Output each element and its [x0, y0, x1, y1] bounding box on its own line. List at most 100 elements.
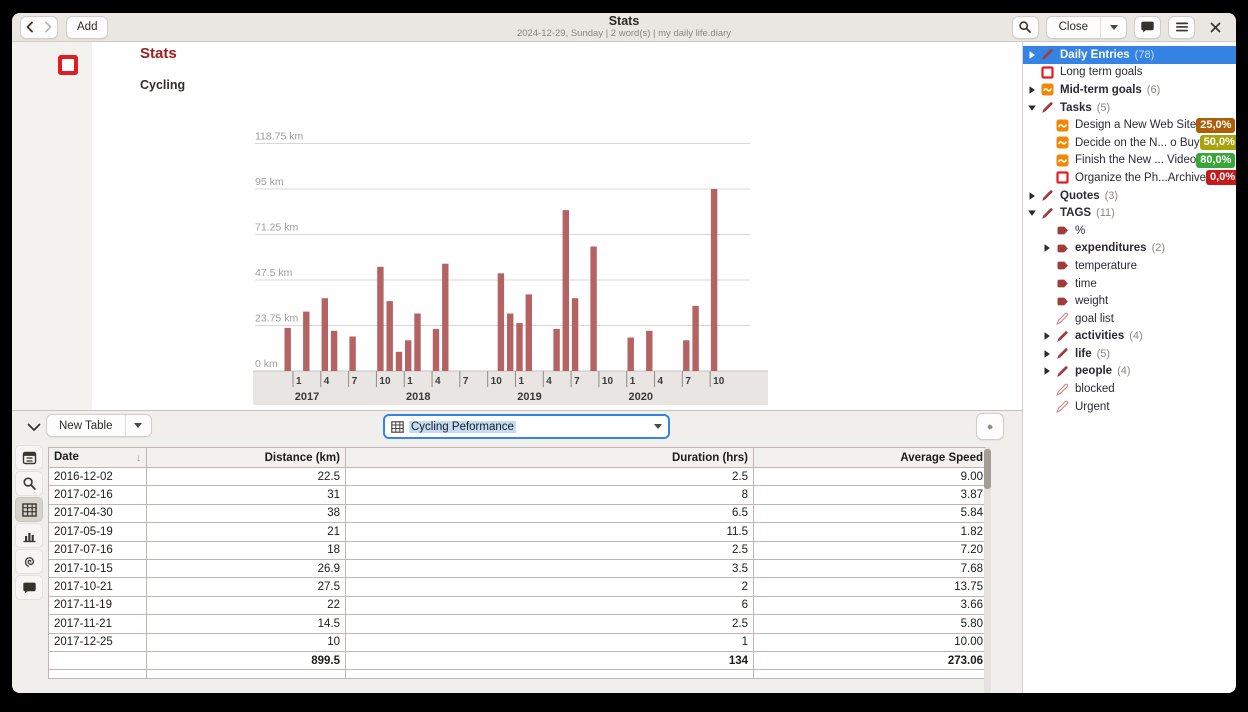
table-cell[interactable]: 26.9 [147, 559, 346, 577]
calendar-view-button[interactable] [15, 445, 43, 470]
table-cell[interactable]: 22 [147, 596, 346, 614]
expander-closed-icon[interactable] [1025, 190, 1038, 202]
sidebar-item-tags[interactable]: TAGS(11) [1023, 204, 1236, 222]
sidebar-item-activities[interactable]: activities(4) [1023, 328, 1236, 346]
sidebar-item-temperature[interactable]: temperature [1023, 257, 1236, 275]
new-table-dropdown-button[interactable] [125, 415, 151, 436]
column-header-distance-km[interactable]: Distance (km) [147, 448, 346, 468]
table-cell[interactable]: 9.00 [754, 468, 989, 486]
sidebar-item-urgent[interactable]: Urgent [1023, 398, 1236, 416]
table-cell[interactable]: 3.5 [346, 559, 754, 577]
close-button[interactable]: Close [1047, 17, 1100, 38]
table-cell[interactable]: 5.80 [754, 615, 989, 633]
expander-closed-icon[interactable] [1025, 84, 1038, 96]
table-cell[interactable]: 2017-11-19 [49, 596, 147, 614]
sidebar-item-daily-entries[interactable]: Daily Entries(78) [1023, 46, 1236, 64]
table-cell[interactable]: 2017-12-25 [49, 633, 147, 651]
cycling-bar-chart: 0 km23.75 km47.5 km71.25 km95 km118.75 k… [253, 115, 768, 405]
table-cell[interactable]: 2 [346, 578, 754, 596]
add-button[interactable]: Add [66, 16, 108, 39]
sidebar-item-people[interactable]: people(4) [1023, 363, 1236, 381]
column-header-average-speed[interactable]: Average Speed [754, 448, 989, 468]
column-header-date[interactable]: Date↓ [49, 448, 147, 468]
table-cell[interactable]: 3.66 [754, 596, 989, 614]
table-view-button[interactable] [15, 497, 43, 522]
table-cell[interactable]: 2.5 [346, 541, 754, 559]
search-view-button[interactable] [15, 471, 43, 496]
table-cell[interactable]: 2017-11-21 [49, 615, 147, 633]
sidebar-item-finish-the-new-video[interactable]: Finish the New ... Video80,0% [1023, 152, 1236, 170]
table-cell[interactable]: 22.5 [147, 468, 346, 486]
comment-toggle-button[interactable] [1134, 16, 1161, 39]
doodle-view-button[interactable] [15, 549, 43, 574]
table-cell[interactable]: 3.87 [754, 486, 989, 504]
sidebar-item-mid-term-goals[interactable]: Mid-term goals(6) [1023, 81, 1236, 99]
sidebar-item-decide-on-the-n-o-buy[interactable]: Decide on the N... o Buy50,0% [1023, 134, 1236, 152]
table-cell[interactable]: 31 [147, 486, 346, 504]
expander-closed-icon[interactable] [1025, 49, 1038, 61]
table-cell[interactable]: 11.5 [346, 523, 754, 541]
sidebar-item-design-a-new-web-site[interactable]: Design a New Web Site25,0% [1023, 116, 1236, 134]
expander-closed-icon[interactable] [1040, 348, 1053, 360]
table-cell[interactable]: 38 [147, 504, 346, 522]
sidebar-item-expenditures[interactable]: expenditures(2) [1023, 240, 1236, 258]
sidebar-item-weight[interactable]: weight [1023, 292, 1236, 310]
empty-cell [754, 670, 989, 679]
expander-open-icon[interactable] [1025, 102, 1038, 114]
table-cell[interactable]: 7.68 [754, 559, 989, 577]
table-cell[interactable]: 21 [147, 523, 346, 541]
menu-button[interactable] [1168, 16, 1195, 39]
table-cell[interactable]: 10 [147, 633, 346, 651]
table-cell[interactable]: 1 [346, 633, 754, 651]
expander-closed-icon[interactable] [1040, 365, 1053, 377]
table-cell[interactable]: 2017-02-16 [49, 486, 147, 504]
sidebar-item-life[interactable]: life(5) [1023, 345, 1236, 363]
sidebar-item-quotes[interactable]: Quotes(3) [1023, 187, 1236, 205]
collapse-panel-button[interactable] [22, 418, 46, 436]
expander-closed-icon[interactable] [1040, 242, 1053, 254]
sidebar-item-long-term-goals[interactable]: Long term goals [1023, 64, 1236, 82]
table-cell[interactable]: 2017-04-30 [49, 504, 147, 522]
sidebar-item-goal-list[interactable]: goal list [1023, 310, 1236, 328]
comment-view-button[interactable] [15, 575, 43, 600]
table-cell[interactable]: 6.5 [346, 504, 754, 522]
table-cell[interactable]: 1.82 [754, 523, 989, 541]
table-cell[interactable]: 2.5 [346, 468, 754, 486]
sidebar-item-[interactable]: % [1023, 222, 1236, 240]
table-cell[interactable]: 6 [346, 596, 754, 614]
table-settings-button[interactable] [976, 413, 1004, 440]
search-button[interactable] [1012, 16, 1039, 39]
table-cell[interactable]: 14.5 [147, 615, 346, 633]
close-window-button[interactable] [1202, 16, 1228, 39]
table-cell[interactable]: 10.00 [754, 633, 989, 651]
forward-button[interactable] [39, 17, 57, 38]
table-cell[interactable]: 13.75 [754, 578, 989, 596]
todo-checkbox-icon[interactable] [58, 55, 78, 75]
table-cell[interactable]: 2016-12-02 [49, 468, 147, 486]
table-cell[interactable]: 8 [346, 486, 754, 504]
table-selector-combobox[interactable]: Cycling Peformance [383, 414, 670, 439]
sidebar-item-blocked[interactable]: blocked [1023, 380, 1236, 398]
sidebar-item-organize-the-ph-archive[interactable]: Organize the Ph...Archive0,0% [1023, 169, 1236, 187]
table-cell[interactable]: 2017-10-21 [49, 578, 147, 596]
expander-open-icon[interactable] [1025, 207, 1038, 219]
expander-closed-icon[interactable] [1040, 330, 1053, 342]
table-cell[interactable]: 2017-07-16 [49, 541, 147, 559]
sidebar-item-tasks[interactable]: Tasks(5) [1023, 99, 1236, 117]
new-table-button[interactable]: New Table [47, 415, 125, 436]
table-cell[interactable]: 2017-10-15 [49, 559, 147, 577]
column-header-duration-hrs[interactable]: Duration (hrs) [346, 448, 754, 468]
table-scrollbar[interactable] [984, 447, 991, 693]
back-button[interactable] [21, 17, 39, 38]
table-scrollbar-thumb[interactable] [984, 449, 991, 489]
chart-view-button[interactable] [15, 523, 43, 548]
sidebar-item-time[interactable]: time [1023, 275, 1236, 293]
table-cell[interactable]: 18 [147, 541, 346, 559]
table-cell[interactable]: 2.5 [346, 615, 754, 633]
table-cell[interactable]: 2017-05-19 [49, 523, 147, 541]
close-dropdown-button[interactable] [1100, 17, 1126, 38]
table-cell[interactable]: 27.5 [147, 578, 346, 596]
table-cell[interactable]: 7.20 [754, 541, 989, 559]
editor[interactable]: Stats Cycling 0 km23.75 km47.5 km71.25 k… [92, 42, 1022, 410]
table-cell[interactable]: 5.84 [754, 504, 989, 522]
